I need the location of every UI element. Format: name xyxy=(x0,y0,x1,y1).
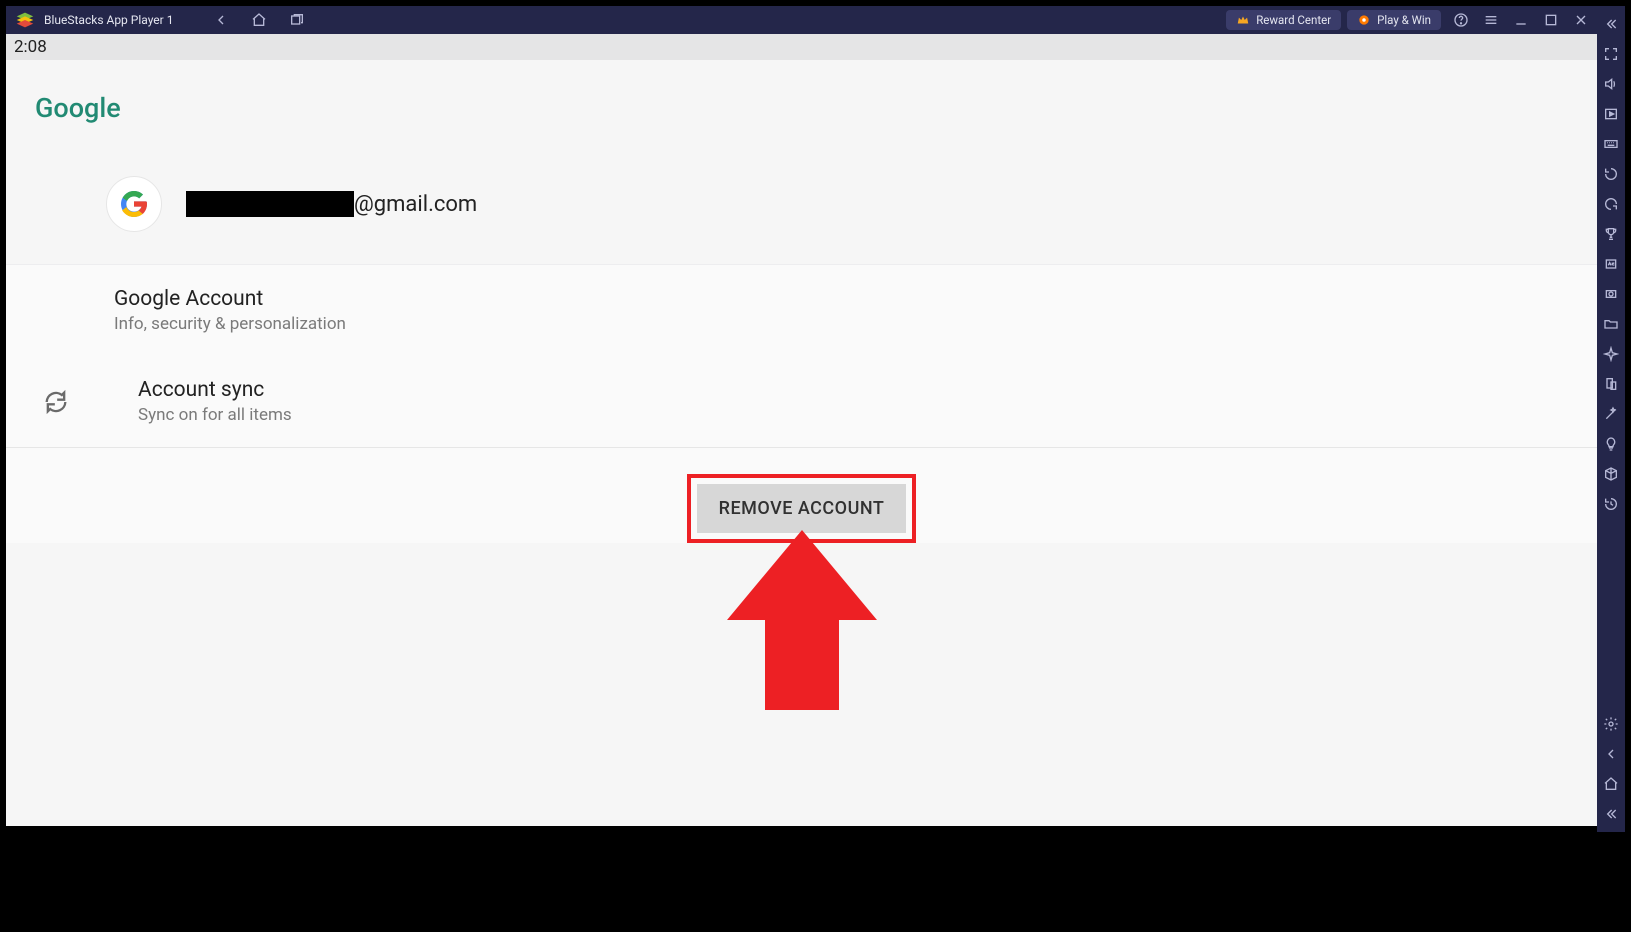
account-sync-item[interactable]: Account sync Sync on for all items xyxy=(6,356,1597,447)
setting-title: Account sync xyxy=(138,378,292,402)
app-title: BlueStacks App Player 1 xyxy=(44,13,173,27)
play-win-label: Play & Win xyxy=(1377,13,1431,27)
home-nav-icon[interactable] xyxy=(1603,776,1619,792)
airplane-icon[interactable] xyxy=(1603,346,1619,362)
folder-icon[interactable] xyxy=(1603,316,1619,332)
sync-icon xyxy=(42,388,70,416)
fullscreen-icon[interactable] xyxy=(1603,46,1619,62)
bluestacks-logo-icon xyxy=(14,9,36,31)
wand-icon[interactable] xyxy=(1603,406,1619,422)
redacted-email-local xyxy=(186,191,354,217)
email-domain: @gmail.com xyxy=(354,192,477,217)
minimize-icon[interactable] xyxy=(1513,12,1529,28)
collapse-icon[interactable] xyxy=(1603,806,1619,822)
maximize-icon[interactable] xyxy=(1543,12,1559,28)
settings-gear-icon[interactable] xyxy=(1603,716,1619,732)
play-win-button[interactable]: Play & Win xyxy=(1347,10,1441,30)
target-icon xyxy=(1357,13,1371,27)
help-icon[interactable] xyxy=(1453,12,1469,28)
close-icon[interactable] xyxy=(1573,12,1589,28)
apk-icon[interactable] xyxy=(1603,256,1619,272)
camera-target-icon[interactable] xyxy=(1603,286,1619,302)
play-box-icon[interactable] xyxy=(1603,106,1619,122)
bluestacks-side-toolbar xyxy=(1597,6,1625,832)
keyboard-icon[interactable] xyxy=(1603,136,1619,152)
recents-icon[interactable] xyxy=(289,12,305,28)
back-icon[interactable] xyxy=(213,12,229,28)
annotation-arrow-icon xyxy=(727,530,877,714)
setting-subtitle: Sync on for all items xyxy=(138,405,292,425)
account-header: @gmail.com xyxy=(6,150,1597,264)
reward-center-button[interactable]: Reward Center xyxy=(1226,10,1341,30)
cube-icon[interactable] xyxy=(1603,466,1619,482)
status-time: 2:08 xyxy=(14,37,47,57)
rotate-ccw-icon[interactable] xyxy=(1603,166,1619,182)
android-status-bar: 2:08 xyxy=(6,34,1597,60)
bluestacks-titlebar: BlueStacks App Player 1 Reward Center Pl… xyxy=(6,6,1597,34)
lightbulb-icon[interactable] xyxy=(1603,436,1619,452)
google-account-item[interactable]: Google Account Info, security & personal… xyxy=(6,265,1597,356)
setting-title: Google Account xyxy=(114,287,346,311)
back-arrow-icon[interactable] xyxy=(1603,746,1619,762)
remove-account-button[interactable]: REMOVE ACCOUNT xyxy=(697,484,907,533)
devices-icon[interactable] xyxy=(1603,376,1619,392)
reward-center-label: Reward Center xyxy=(1256,13,1331,27)
settings-content: Google @gmail.com Google Account In xyxy=(6,60,1597,826)
volume-icon[interactable] xyxy=(1603,76,1619,92)
expand-toolbar-icon[interactable] xyxy=(1603,16,1619,32)
setting-subtitle: Info, security & personalization xyxy=(114,314,346,334)
page-title: Google xyxy=(35,92,1597,124)
crown-icon xyxy=(1236,13,1250,27)
hamburger-icon[interactable] xyxy=(1483,12,1499,28)
trophy-icon[interactable] xyxy=(1603,226,1619,242)
account-email: @gmail.com xyxy=(186,191,477,217)
google-avatar xyxy=(106,176,162,232)
home-icon[interactable] xyxy=(251,12,267,28)
history-icon[interactable] xyxy=(1603,496,1619,512)
rotate-cw-icon[interactable] xyxy=(1603,196,1619,212)
